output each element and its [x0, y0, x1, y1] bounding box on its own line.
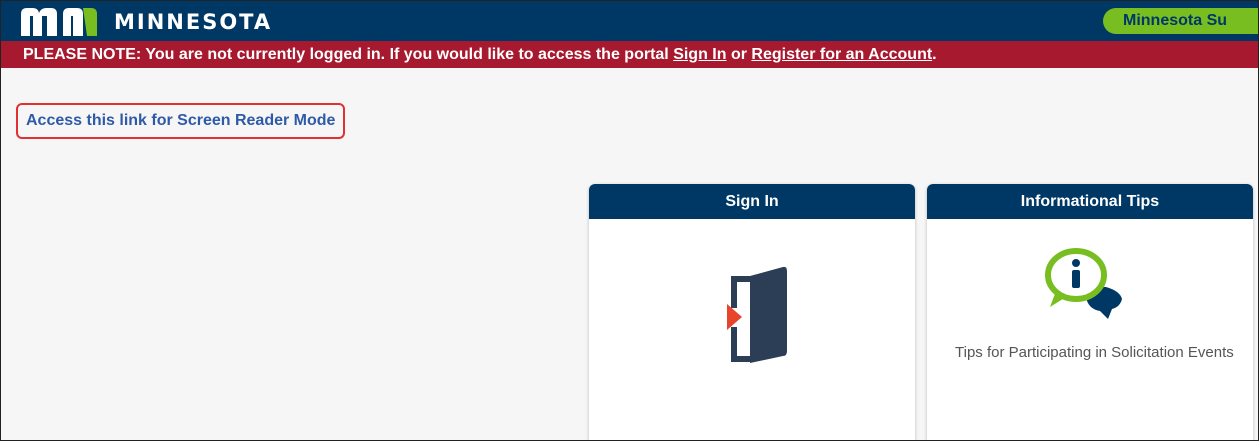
- page-frame: MINNESOTA Minnesota Su PLEASE NOTE: You …: [0, 0, 1259, 441]
- logo-wordmark[interactable]: MINNESOTA: [114, 10, 272, 34]
- sign-in-link[interactable]: Sign In: [673, 46, 726, 63]
- top-header-bar: MINNESOTA Minnesota Su: [1, 1, 1258, 41]
- notice-suffix: .: [932, 46, 937, 63]
- informational-tips-tile[interactable]: Informational Tips Tips for Participatin…: [927, 184, 1253, 440]
- info-speech-bubble-icon: [1045, 248, 1122, 319]
- sign-in-tile-title: Sign In: [589, 184, 915, 219]
- notice-prefix: PLEASE NOTE: You are not currently logge…: [23, 46, 674, 63]
- login-notice-text: PLEASE NOTE: You are not currently logge…: [1, 41, 1258, 68]
- screen-reader-mode-link[interactable]: Access this link for Screen Reader Mode: [16, 103, 346, 139]
- informational-tips-description: Tips for Participating in Solicitation E…: [955, 344, 1234, 361]
- register-link[interactable]: Register for an Account: [751, 46, 932, 63]
- door-enter-icon: [699, 266, 787, 363]
- minnesota-supplier-portal-badge[interactable]: Minnesota Su: [1103, 8, 1258, 34]
- sign-in-tile[interactable]: Sign In: [589, 184, 915, 440]
- informational-tips-tile-title: Informational Tips: [927, 184, 1253, 219]
- minnesota-logo-icon[interactable]: [19, 6, 99, 36]
- notice-or: or: [726, 46, 752, 63]
- login-notice-bar: PLEASE NOTE: You are not currently logge…: [1, 41, 1258, 68]
